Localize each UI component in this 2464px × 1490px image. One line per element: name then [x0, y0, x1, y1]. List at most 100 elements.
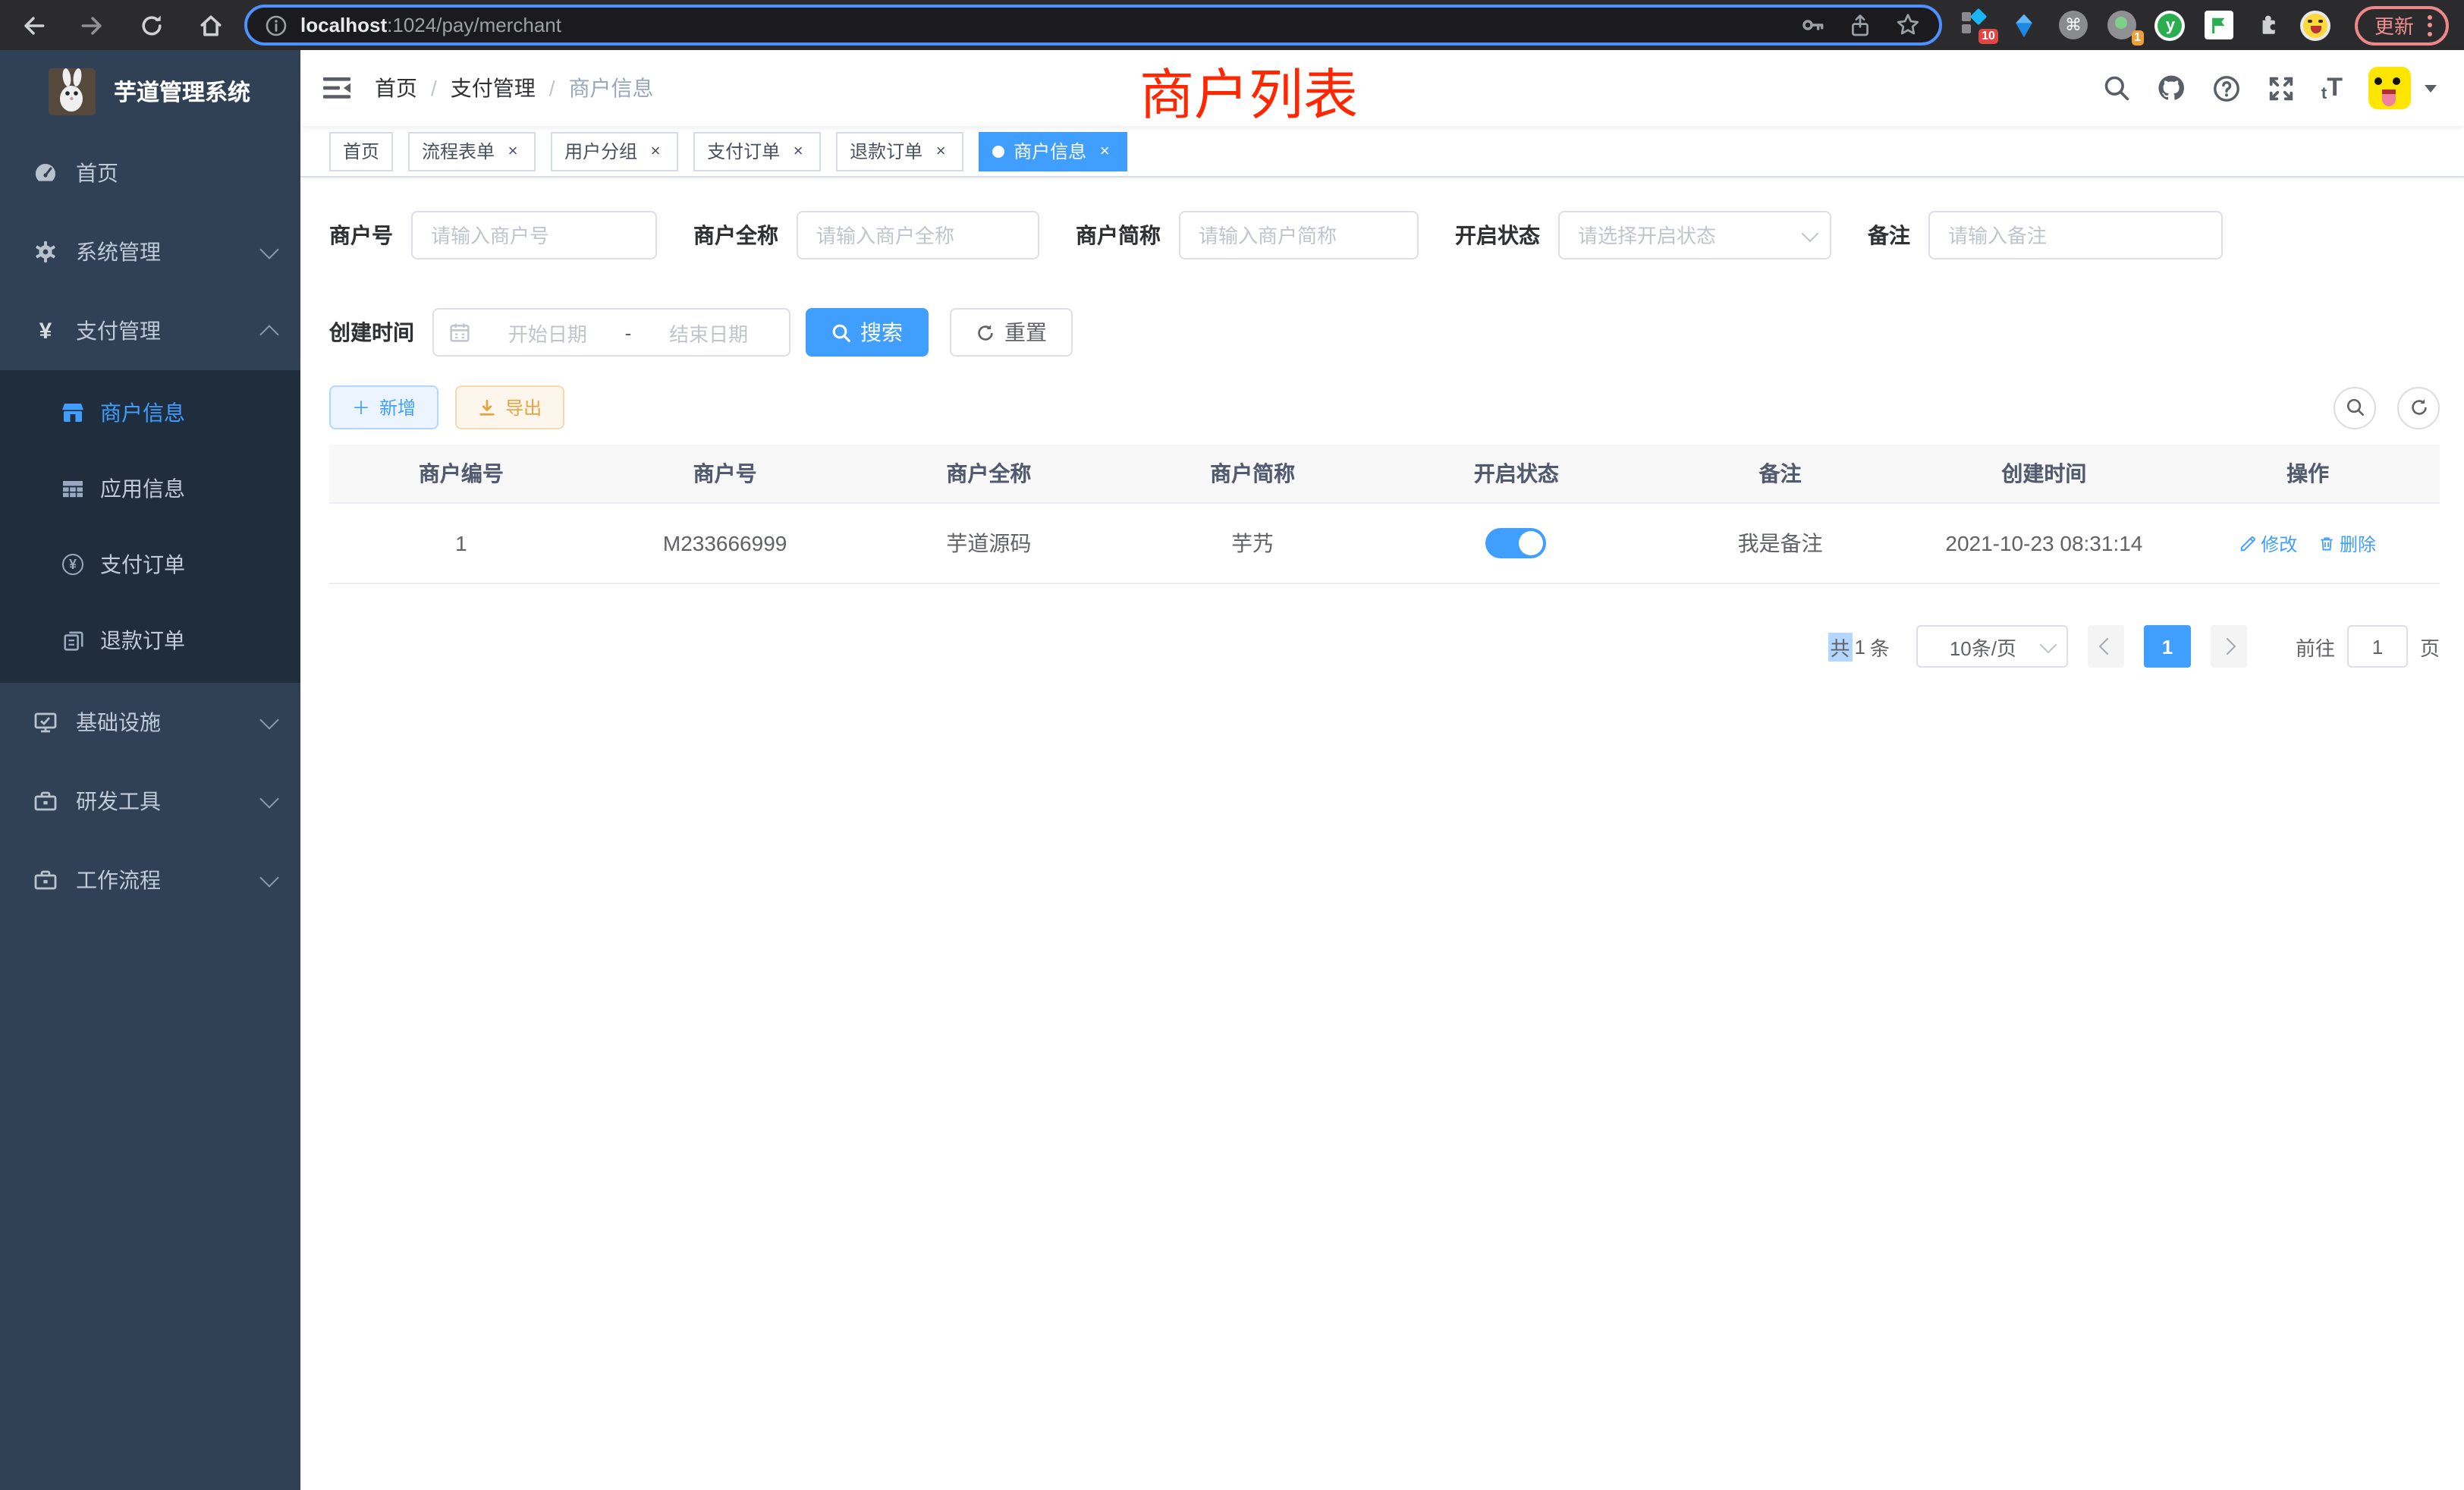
- full-name-input[interactable]: [797, 211, 1039, 259]
- sidebar-item-system[interactable]: 系统管理: [0, 212, 300, 291]
- pagination-total: 共1条: [1828, 632, 1892, 661]
- goto-page-input[interactable]: [2347, 625, 2408, 668]
- extension-spinner-icon[interactable]: [2009, 9, 2041, 41]
- sidebar-item-infra[interactable]: 基础设施: [0, 683, 300, 762]
- sidebar-item-devtools[interactable]: 研发工具: [0, 762, 300, 841]
- extension-tampermonkey-icon[interactable]: 10: [1960, 9, 1992, 41]
- tab-home[interactable]: 首页: [329, 131, 393, 171]
- chevron-up-icon: [259, 324, 278, 343]
- sidebar-toggle-icon[interactable]: [300, 50, 373, 126]
- short-name-input[interactable]: [1179, 211, 1419, 259]
- browser-update-button[interactable]: 更新: [2355, 5, 2449, 45]
- chevron-down-icon: [259, 239, 278, 258]
- browser-back-button[interactable]: [18, 10, 49, 40]
- remark-input[interactable]: [1928, 211, 2223, 259]
- github-icon[interactable]: [2156, 73, 2186, 103]
- toolbox-icon: [33, 789, 58, 813]
- briefcase-icon: [33, 868, 58, 892]
- font-size-icon[interactable]: tT: [2321, 73, 2343, 103]
- search-button[interactable]: 搜索: [806, 308, 929, 357]
- cell-create-time: 2021-10-23 08:31:14: [1912, 503, 2176, 583]
- page-unit-label: 页: [2420, 632, 2440, 661]
- site-info-icon[interactable]: [266, 14, 287, 36]
- add-button[interactable]: ＋ 新增: [329, 385, 438, 429]
- toggle-search-icon[interactable]: [2334, 386, 2376, 429]
- red-annotation-title: 商户列表: [1139, 52, 1358, 130]
- extension-command-icon[interactable]: ⌘: [2057, 9, 2089, 41]
- tab-pay-order[interactable]: 支付订单×: [693, 131, 821, 171]
- monitor-icon: [33, 710, 58, 734]
- browser-reload-button[interactable]: [137, 10, 167, 40]
- yuan-circle-icon: ¥: [61, 554, 85, 575]
- bookmark-star-icon[interactable]: [1895, 12, 1921, 38]
- refresh-icon[interactable]: [2397, 386, 2440, 429]
- app-title: 芋道管理系统: [114, 76, 250, 108]
- document-copy-icon: [61, 629, 85, 652]
- avatar-caret-icon[interactable]: [2425, 84, 2437, 92]
- close-icon[interactable]: ×: [646, 142, 665, 160]
- sidebar-item-pay[interactable]: ¥ 支付管理: [0, 291, 300, 370]
- sidebar-item-refund-order[interactable]: 退款订单: [0, 602, 300, 678]
- reset-button[interactable]: 重置: [950, 308, 1073, 357]
- prev-page-button[interactable]: [2088, 625, 2124, 668]
- browser-home-button[interactable]: [196, 10, 226, 40]
- delete-link[interactable]: 删除: [2318, 530, 2376, 556]
- table-row: 1 M233666999 芋道源码 芋艿 我是备注 2021-10-23 08:…: [329, 503, 2440, 583]
- sidebar-item-label: 支付订单: [100, 549, 185, 580]
- header-search-icon[interactable]: [2103, 74, 2130, 102]
- fullscreen-icon[interactable]: [2267, 74, 2296, 102]
- extension-y-icon[interactable]: y: [2154, 9, 2186, 41]
- create-time-range-picker[interactable]: 开始日期 - 结束日期: [432, 308, 790, 357]
- share-icon[interactable]: [1848, 13, 1872, 37]
- help-icon[interactable]: [2212, 74, 2241, 102]
- status-select[interactable]: [1558, 211, 1831, 259]
- extensions-puzzle-icon[interactable]: [2252, 9, 2283, 41]
- next-page-button[interactable]: [2211, 625, 2247, 668]
- close-icon[interactable]: ×: [1095, 142, 1114, 160]
- filter-label-remark: 备注: [1868, 220, 1928, 250]
- grid-icon: [61, 476, 85, 501]
- close-icon[interactable]: ×: [789, 142, 807, 160]
- sidebar-item-merchant-info[interactable]: 商户信息: [0, 375, 300, 451]
- url-text: localhost:1024/pay/merchant: [300, 14, 561, 36]
- filter-label-create-time: 创建时间: [329, 317, 432, 347]
- tab-refund-order[interactable]: 退款订单×: [836, 131, 963, 171]
- browser-toolbar: localhost:1024/pay/merchant 10: [0, 0, 2464, 50]
- chevron-down-icon: [259, 709, 278, 728]
- extension-flag-icon[interactable]: [2203, 9, 2235, 41]
- col-merchant-no: 商户号: [593, 445, 857, 503]
- dashboard-icon: [33, 161, 58, 185]
- sidebar-item-workflow[interactable]: 工作流程: [0, 841, 300, 919]
- tab-user-group[interactable]: 用户分组×: [551, 131, 678, 171]
- chevron-down-icon: [259, 788, 278, 807]
- merchant-table: 商户编号 商户号 商户全称 商户简称 开启状态 备注 创建时间 操作 1: [329, 445, 2440, 584]
- chevron-down-icon: [259, 867, 278, 886]
- col-full-name: 商户全称: [857, 445, 1121, 503]
- export-button[interactable]: 导出: [455, 385, 564, 429]
- breadcrumb-home[interactable]: 首页: [375, 73, 417, 103]
- extension-status-icon[interactable]: 1: [2106, 9, 2138, 41]
- breadcrumb-pay[interactable]: 支付管理: [451, 73, 536, 103]
- merchant-no-input[interactable]: [411, 211, 657, 259]
- password-key-icon[interactable]: [1799, 12, 1825, 38]
- yuan-icon: ¥: [33, 318, 58, 344]
- tab-merchant-info-active[interactable]: 商户信息×: [979, 131, 1127, 171]
- cell-id: 1: [329, 503, 593, 583]
- edit-link[interactable]: 修改: [2239, 530, 2297, 556]
- user-avatar[interactable]: [2368, 67, 2411, 109]
- sidebar-item-pay-order[interactable]: ¥ 支付订单: [0, 527, 300, 602]
- close-icon[interactable]: ×: [504, 142, 522, 160]
- status-toggle[interactable]: [1486, 528, 1547, 558]
- tab-process-form[interactable]: 流程表单×: [408, 131, 536, 171]
- cell-short-name: 芋艿: [1120, 503, 1384, 583]
- browser-address-bar[interactable]: localhost:1024/pay/merchant: [244, 5, 1942, 46]
- extension-emoji-icon[interactable]: [2300, 9, 2332, 41]
- page-size-select[interactable]: 10条/页: [1916, 625, 2068, 668]
- browser-forward-button[interactable]: [77, 10, 108, 40]
- browser-menu-icon[interactable]: [2428, 14, 2432, 36]
- sidebar-logo-row[interactable]: 芋道管理系统: [0, 50, 300, 134]
- sidebar-item-home[interactable]: 首页: [0, 134, 300, 212]
- close-icon[interactable]: ×: [932, 142, 950, 160]
- page-number-1[interactable]: 1: [2144, 625, 2191, 668]
- sidebar-item-app-info[interactable]: 应用信息: [0, 451, 300, 527]
